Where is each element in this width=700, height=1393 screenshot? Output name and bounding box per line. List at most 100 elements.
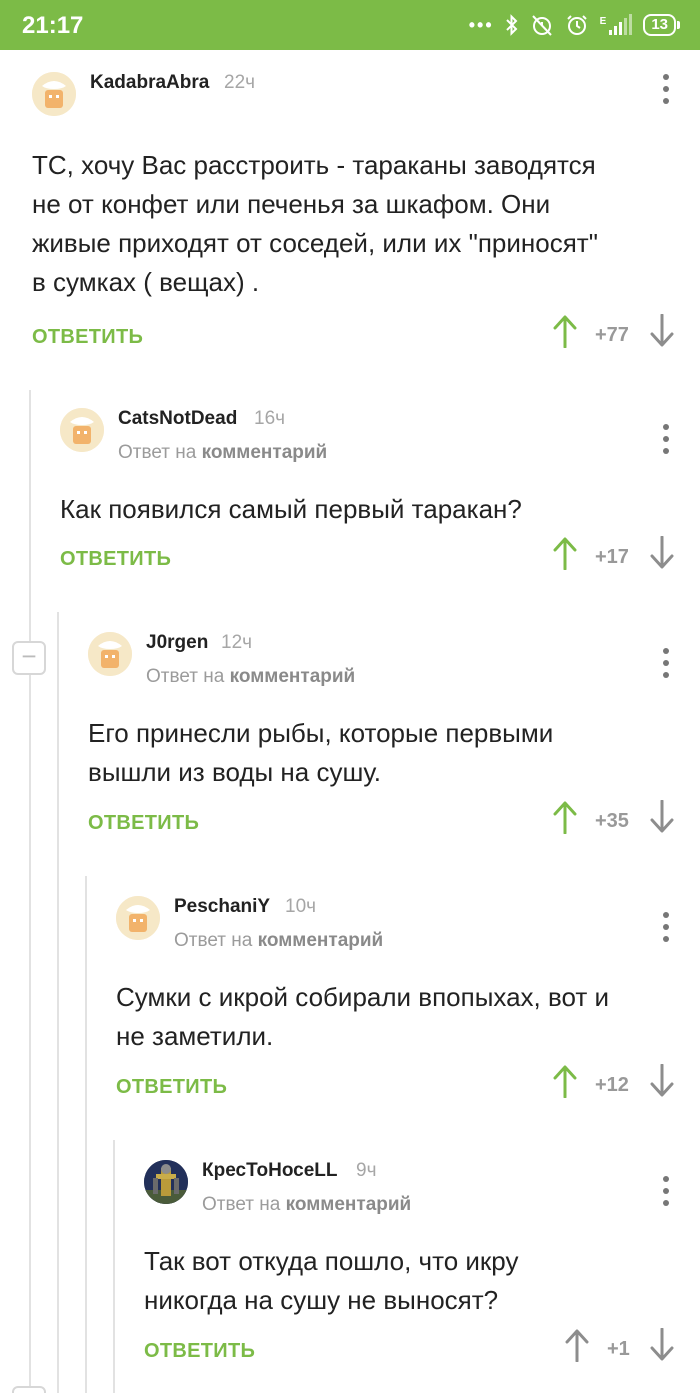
- reply-to-link[interactable]: комментарий: [230, 666, 356, 687]
- battery-icon: 13: [643, 14, 680, 36]
- avatar[interactable]: [32, 72, 76, 116]
- status-icons: ••• E 13: [469, 10, 680, 40]
- reply-to-label: Ответ на комментарий: [118, 442, 327, 464]
- reply-button[interactable]: ОТВЕТИТЬ: [116, 1076, 227, 1099]
- comment-header: КресТоНосеLL 9ч Ответ на комментарий: [144, 1160, 700, 1215]
- comment-text-line: не от конфет или печенья за шкафом. Они: [32, 189, 551, 219]
- avatar[interactable]: [88, 632, 132, 676]
- comment-header: PeschaniY 10ч Ответ на комментарий: [116, 896, 700, 951]
- avatar[interactable]: [116, 896, 160, 940]
- comment-text-line: Как появился самый первый таракан?: [60, 494, 522, 524]
- comment-text: Как появился самый первый таракан?: [60, 490, 522, 529]
- collapse-thread-button[interactable]: −: [12, 641, 46, 675]
- network-type: E: [599, 16, 607, 27]
- comment-time: 10ч: [285, 896, 317, 917]
- arrow-down-icon[interactable]: [649, 536, 675, 570]
- comment-actions: ОТВЕТИТЬ +12: [116, 1064, 674, 1116]
- kebab-menu-icon[interactable]: [662, 912, 670, 942]
- comment-text: Сумки с икрой собирали впопыхах, вот и н…: [116, 978, 609, 1056]
- comment: CatsNotDead 16ч Ответ на комментарий Как…: [60, 408, 700, 588]
- comment: J0rgen 12ч Ответ на комментарий Его прин…: [88, 632, 700, 852]
- status-bar: 21:17 ••• E 13: [0, 0, 700, 50]
- arrow-down-icon[interactable]: [649, 800, 675, 834]
- thread-line-level-4: [113, 1140, 115, 1393]
- kebab-menu-icon[interactable]: [662, 74, 670, 104]
- comment: KadabraAbra 22ч ТС, хочу Вас расстроить …: [32, 72, 700, 362]
- default-avatar-icon: [116, 896, 160, 940]
- avatar[interactable]: [144, 1160, 188, 1204]
- default-avatar-icon: [60, 408, 104, 452]
- reply-button[interactable]: ОТВЕТИТЬ: [88, 812, 199, 835]
- arrow-down-icon[interactable]: [649, 314, 675, 348]
- default-avatar-icon: [32, 72, 76, 116]
- arrow-up-icon[interactable]: [564, 1328, 590, 1362]
- username[interactable]: КресТоНосеLL: [202, 1160, 338, 1182]
- arrow-up-icon[interactable]: [552, 800, 578, 834]
- comment-score: +12: [595, 1074, 629, 1096]
- reply-button[interactable]: ОТВЕТИТЬ: [32, 326, 143, 349]
- arrow-down-icon[interactable]: [649, 1064, 675, 1098]
- cellular-signal: E: [599, 14, 633, 35]
- comment-text: Его принесли рыбы, которые первыми вышли…: [88, 714, 553, 792]
- bluetooth-icon: [505, 14, 518, 36]
- alarm-off-icon: [531, 15, 552, 36]
- comment-header: KadabraAbra 22ч: [32, 72, 700, 116]
- comment-score: +77: [595, 324, 629, 346]
- comment-text: ТС, хочу Вас расстроить - тараканы завод…: [32, 146, 598, 302]
- comment-text-line: в сумках ( вещах) .: [32, 267, 260, 297]
- reply-to-label: Ответ на комментарий: [146, 666, 355, 688]
- kebab-menu-icon[interactable]: [662, 1176, 670, 1206]
- comment-text-line: Сумки с икрой собирали впопыхах, вот и: [116, 982, 610, 1012]
- comment-text-line: ТС, хочу Вас расстроить - тараканы завод…: [32, 150, 596, 180]
- comment-text: Так вот откуда пошло, что икру никогда н…: [144, 1242, 518, 1320]
- comment-actions: ОТВЕТИТЬ +77: [32, 314, 674, 366]
- comment-header: CatsNotDead 16ч Ответ на комментарий: [60, 408, 700, 463]
- username[interactable]: KadabraAbra: [90, 72, 209, 94]
- reply-to-link[interactable]: комментарий: [258, 930, 384, 951]
- reply-to-link[interactable]: комментарий: [202, 442, 328, 463]
- arrow-up-icon[interactable]: [552, 1064, 578, 1098]
- minus-icon: −: [21, 641, 37, 671]
- status-time: 21:17: [22, 12, 84, 39]
- username[interactable]: CatsNotDead: [118, 408, 237, 430]
- comment-text-line: вышли из воды на сушу.: [88, 757, 381, 787]
- comment: PeschaniY 10ч Ответ на комментарий Сумки…: [116, 896, 700, 1116]
- reply-to-link[interactable]: комментарий: [286, 1194, 412, 1215]
- kebab-menu-icon[interactable]: [662, 424, 670, 454]
- thread-line-level-3: [85, 876, 87, 1393]
- comment-header: J0rgen 12ч Ответ на комментарий: [88, 632, 700, 687]
- comment-actions: ОТВЕТИТЬ +17: [60, 536, 674, 588]
- username[interactable]: PeschaniY: [174, 896, 270, 918]
- battery-level: 13: [643, 14, 676, 36]
- comment-time: 12ч: [221, 632, 253, 653]
- comment-text-line: живые приходят от соседей, или их "прино…: [32, 228, 598, 258]
- collapse-thread-button-2[interactable]: [12, 1386, 46, 1393]
- arrow-up-icon[interactable]: [552, 536, 578, 570]
- comment-actions: ОТВЕТИТЬ +1: [144, 1328, 674, 1380]
- avatar[interactable]: [60, 408, 104, 452]
- arrow-up-icon[interactable]: [552, 314, 578, 348]
- reply-button[interactable]: ОТВЕТИТЬ: [60, 548, 171, 571]
- reply-to-label: Ответ на комментарий: [174, 930, 383, 952]
- thread-line-level-1: [29, 390, 31, 1393]
- kebab-menu-icon[interactable]: [662, 648, 670, 678]
- comment-time: 16ч: [254, 408, 286, 429]
- comment-time: 22ч: [224, 72, 256, 93]
- reply-to-prefix: Ответ на: [146, 666, 225, 687]
- comment-score: +35: [595, 810, 629, 832]
- signal-bars-icon: [609, 14, 633, 35]
- arrow-down-icon[interactable]: [649, 1328, 675, 1362]
- comment-score: +1: [607, 1338, 630, 1360]
- comment-text-line: не заметили.: [116, 1021, 274, 1051]
- reply-to-label: Ответ на комментарий: [202, 1194, 411, 1216]
- comment-score: +17: [595, 546, 629, 568]
- default-avatar-icon: [88, 632, 132, 676]
- reply-to-prefix: Ответ на: [118, 442, 197, 463]
- reply-button[interactable]: ОТВЕТИТЬ: [144, 1340, 255, 1363]
- reply-to-prefix: Ответ на: [202, 1194, 281, 1215]
- username[interactable]: J0rgen: [146, 632, 208, 654]
- reply-to-prefix: Ответ на: [174, 930, 253, 951]
- crusader-avatar-icon: [144, 1160, 188, 1204]
- comment: КресТоНосеLL 9ч Ответ на комментарий Так…: [144, 1160, 700, 1380]
- comment-text-line: Его принесли рыбы, которые первыми: [88, 718, 554, 748]
